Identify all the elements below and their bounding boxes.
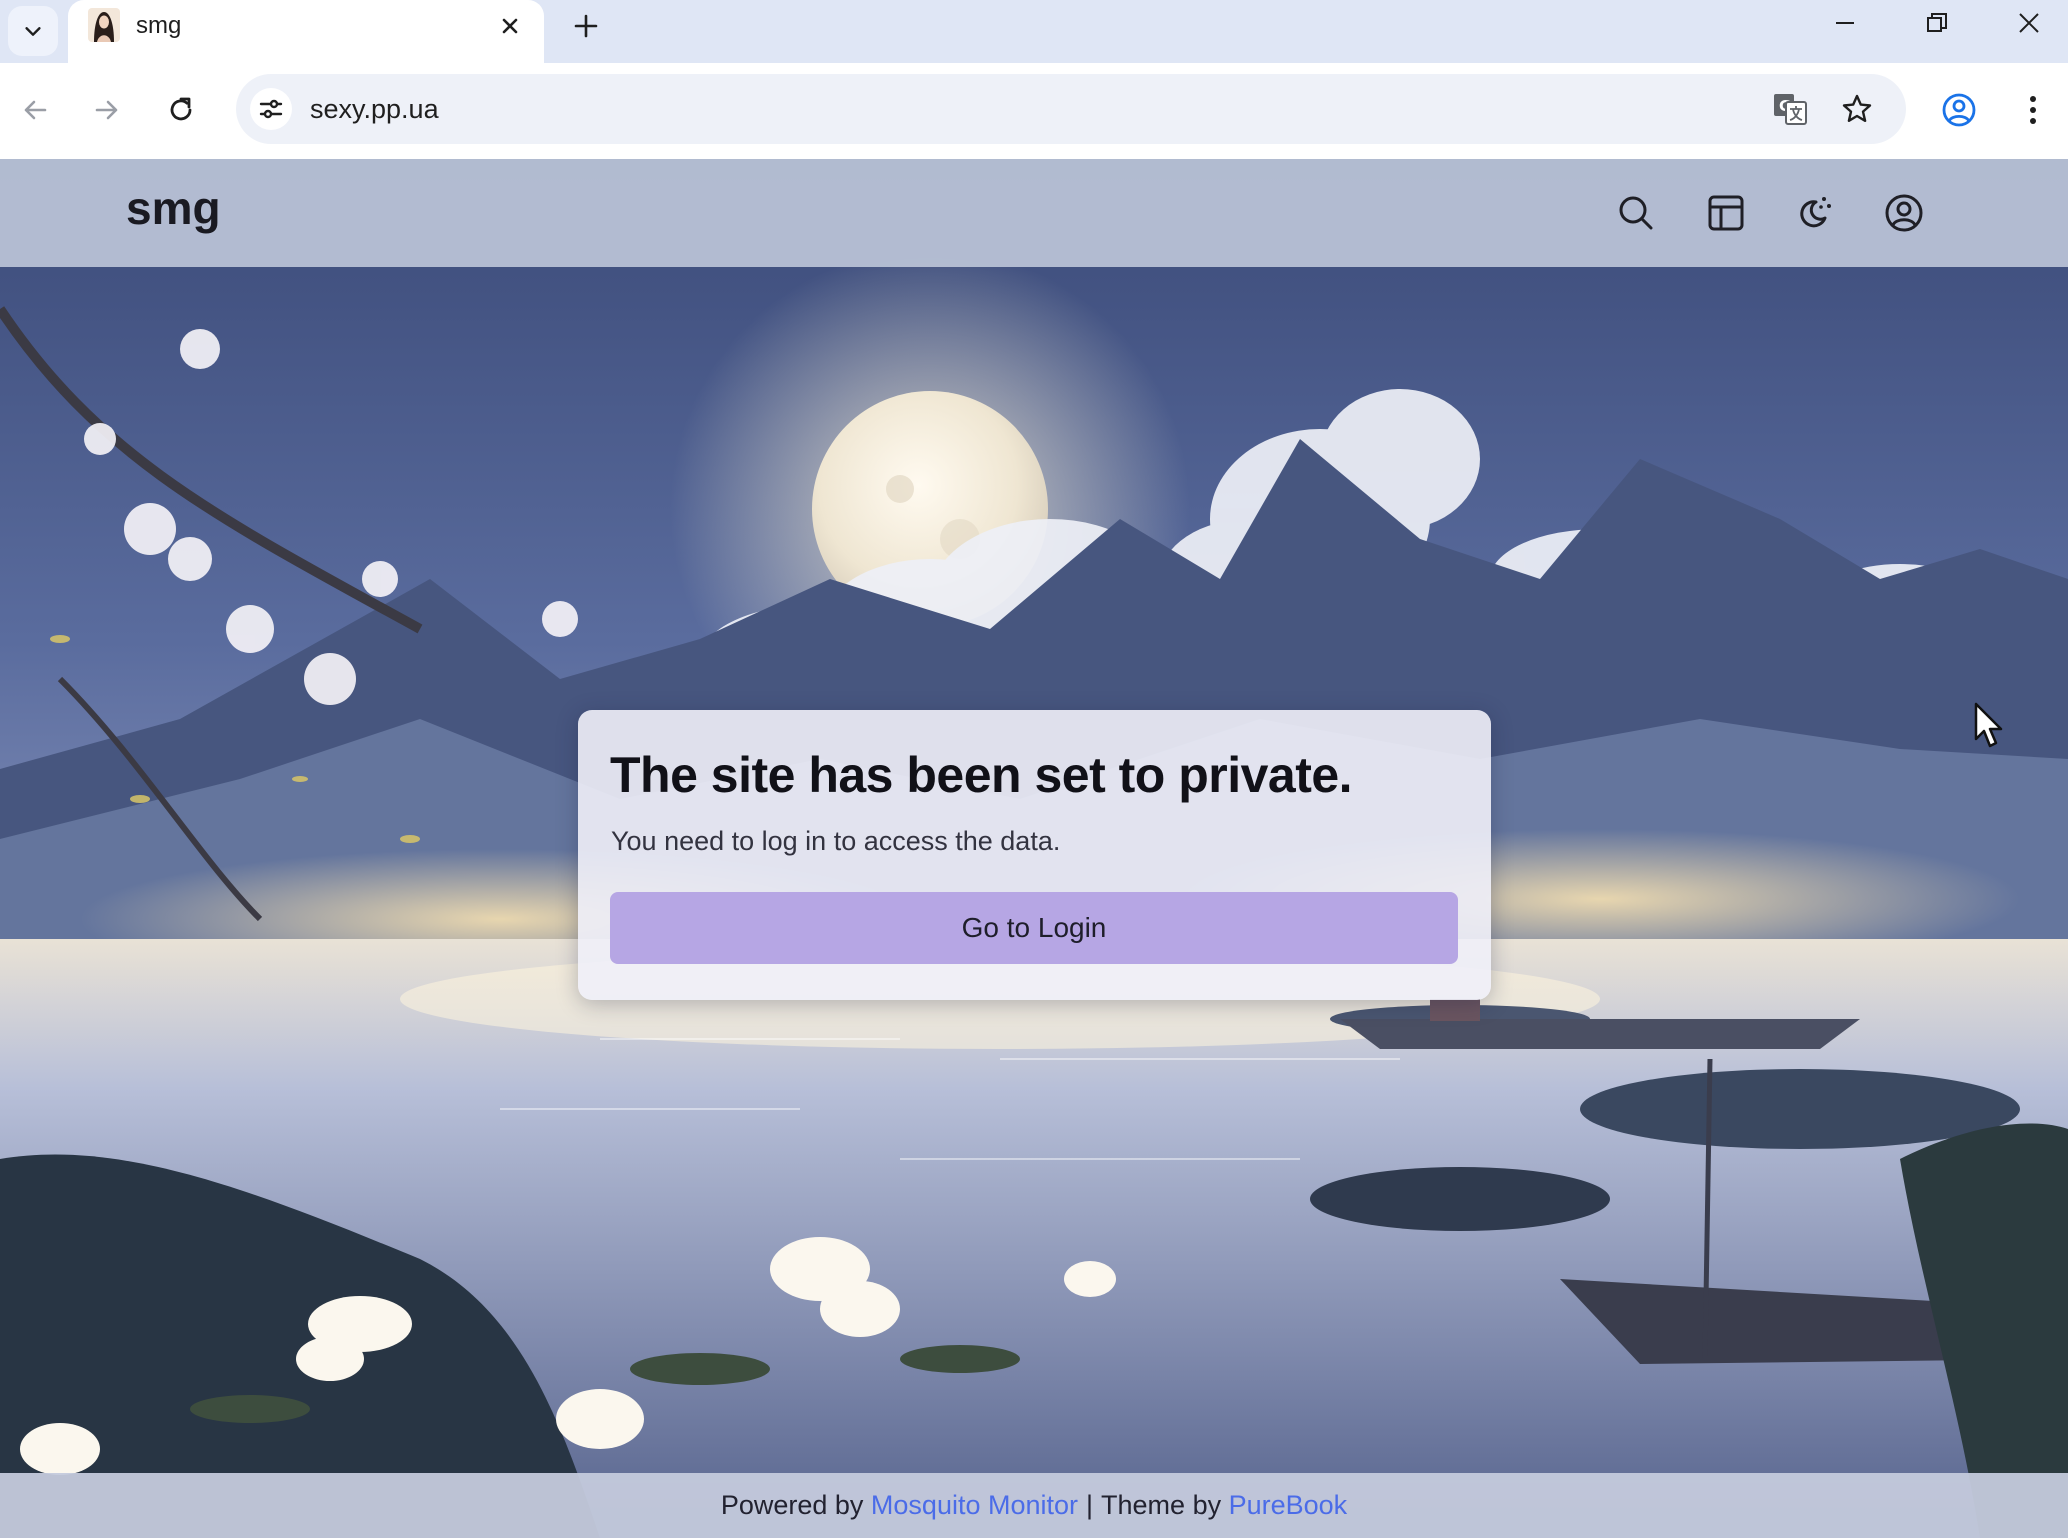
new-tab-button[interactable] — [566, 6, 606, 46]
theme-icon — [1800, 197, 1831, 228]
translate-icon: G — [1774, 94, 1807, 125]
profile-button[interactable] — [1934, 85, 1984, 135]
layout-button[interactable] — [1702, 189, 1750, 237]
browser-tabstrip: smg — [0, 0, 2068, 63]
go-to-login-button[interactable]: Go to Login — [610, 892, 1458, 964]
site-footer: Powered by Mosquito Monitor | Theme by P… — [0, 1473, 2068, 1538]
purebook-link[interactable]: PureBook — [1229, 1490, 1348, 1521]
reload-button[interactable] — [156, 85, 206, 135]
site-header: smg — [0, 159, 2068, 267]
account-button[interactable] — [1880, 189, 1928, 237]
close-tab-button[interactable] — [492, 8, 528, 44]
close-window-button[interactable] — [1994, 0, 2064, 46]
bookmark-button[interactable] — [1836, 88, 1878, 130]
mosquito-monitor-link[interactable]: Mosquito Monitor — [871, 1490, 1078, 1521]
arrow-right-icon — [95, 100, 118, 120]
plus-icon — [574, 14, 598, 38]
address-bar[interactable]: sexy.pp.ua G — [236, 74, 1906, 144]
site-info-button[interactable] — [250, 88, 292, 130]
arrow-left-icon — [24, 100, 47, 120]
theme-by-label: Theme by — [1101, 1490, 1222, 1520]
tab-favicon — [88, 8, 120, 42]
minimize-icon — [1836, 22, 1854, 24]
layout-icon — [1708, 195, 1744, 231]
search-icon — [1619, 196, 1653, 230]
reload-icon — [170, 97, 192, 121]
restore-icon — [1927, 13, 1947, 32]
web-page: smg The site has been set to private. Yo… — [0, 159, 2068, 1538]
footer-separator: | — [1086, 1490, 1094, 1520]
tab-title: smg — [136, 12, 182, 39]
browser-menu-button[interactable] — [2008, 85, 2058, 135]
private-notice-message: You need to log in to access the data. — [611, 826, 1061, 856]
restore-button[interactable] — [1902, 0, 1972, 46]
tab-search-button[interactable] — [8, 6, 58, 56]
browser-tab[interactable]: smg — [68, 0, 544, 63]
close-icon — [502, 18, 518, 34]
chevron-down-icon — [25, 27, 41, 36]
private-site-card: The site has been set to private. You ne… — [578, 710, 1491, 1000]
url-text[interactable]: sexy.pp.ua — [310, 94, 439, 125]
mouse-cursor-icon — [1974, 702, 2003, 748]
close-icon — [2019, 13, 2039, 33]
private-notice-title: The site has been set to private. — [610, 747, 1353, 803]
star-icon — [1842, 94, 1872, 122]
search-button[interactable] — [1612, 189, 1660, 237]
profile-icon — [1942, 93, 1976, 127]
back-button[interactable] — [10, 85, 60, 135]
translate-button[interactable]: G — [1769, 88, 1811, 130]
theme-toggle-button[interactable] — [1790, 189, 1838, 237]
minimize-button[interactable] — [1810, 0, 1880, 46]
site-logo[interactable]: smg — [126, 181, 221, 235]
tune-icon — [259, 99, 283, 119]
browser-toolbar: sexy.pp.ua G — [0, 63, 2068, 159]
account-icon — [1885, 194, 1923, 232]
more-vert-icon — [2030, 96, 2036, 124]
forward-button[interactable] — [82, 85, 132, 135]
powered-by-label: Powered by — [720, 1490, 864, 1520]
